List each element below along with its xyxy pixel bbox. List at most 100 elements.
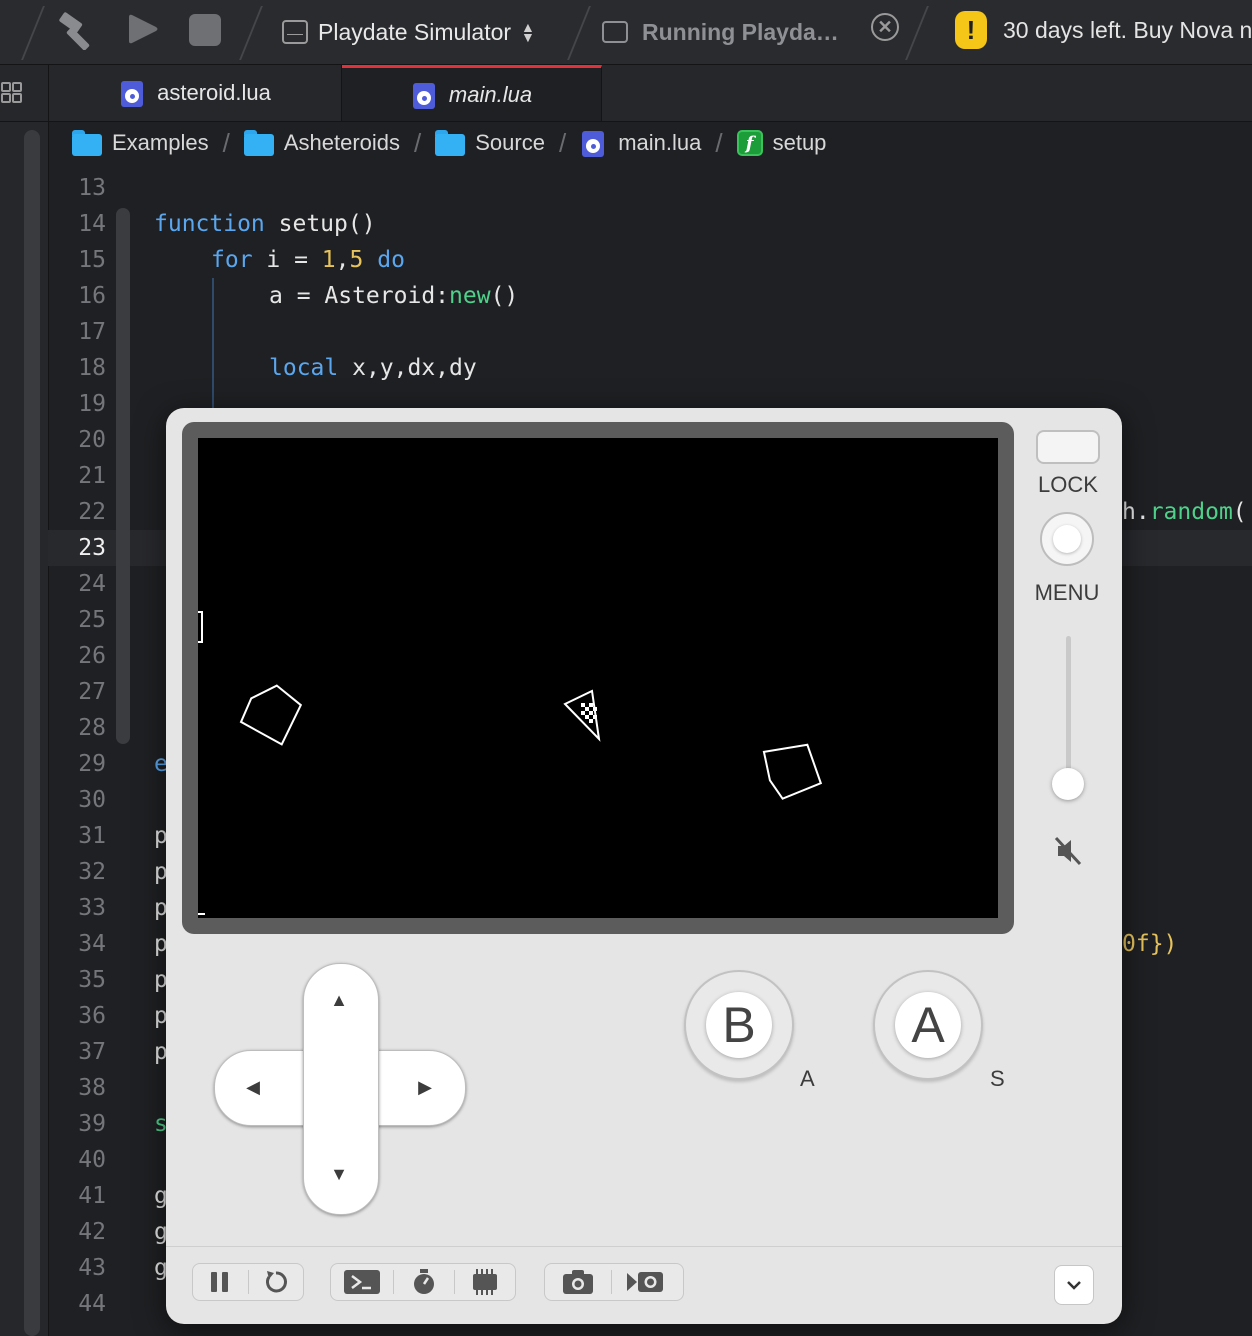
- line-number: 29: [78, 751, 106, 777]
- line-number: 28: [78, 715, 106, 741]
- breadcrumb-item[interactable]: Asheteroids: [284, 130, 400, 156]
- asteroid-sprite: [762, 743, 823, 800]
- dpad-left-button[interactable]: ◀: [238, 1077, 268, 1098]
- crank-slider-knob[interactable]: [1052, 768, 1084, 800]
- camera-icon: [563, 1270, 593, 1294]
- terminal-window-icon: [602, 21, 628, 43]
- line-number: 18: [78, 355, 106, 381]
- console-button[interactable]: [331, 1264, 393, 1300]
- tab-main-lua[interactable]: main.lua: [342, 65, 602, 121]
- debug-controls: [330, 1263, 516, 1301]
- screen-bezel: [182, 422, 1014, 934]
- line-number: 40: [78, 1147, 106, 1173]
- line-number: 15: [78, 247, 106, 273]
- line-number: 32: [78, 859, 106, 885]
- code-line: 13: [48, 170, 1252, 206]
- line-number: 41: [78, 1183, 106, 1209]
- line-number: 16: [78, 283, 106, 309]
- b-button-label: B: [706, 992, 772, 1058]
- run-status[interactable]: Running Playda…: [602, 14, 839, 50]
- device-icon: [282, 20, 308, 44]
- profiler-button[interactable]: [394, 1264, 454, 1300]
- simulator-footer: [166, 1246, 1122, 1324]
- lock-label: LOCK: [1038, 472, 1098, 497]
- scrollbar[interactable]: [24, 130, 40, 1336]
- restart-icon: [265, 1271, 287, 1293]
- lua-file-icon: [119, 79, 147, 107]
- a-button[interactable]: A: [873, 970, 983, 1080]
- toolbar-separator: [905, 6, 929, 60]
- breadcrumb-item[interactable]: Source: [475, 130, 545, 156]
- line-number: 14: [78, 211, 106, 237]
- code-fold-ribbon[interactable]: [116, 208, 130, 744]
- game-screen[interactable]: [198, 438, 998, 918]
- run-status-label: Running Playda…: [642, 18, 839, 45]
- scheme-selector[interactable]: Playdate Simulator ▲ ▼: [282, 14, 535, 50]
- edge-sprite: [198, 611, 203, 643]
- line-number: 33: [78, 895, 106, 921]
- close-icon[interactable]: ✕: [871, 13, 899, 41]
- code-text: function setup(): [154, 211, 376, 237]
- line-number: 26: [78, 643, 106, 669]
- toolbar-separator: [567, 6, 591, 60]
- tab-label: asteroid.lua: [157, 80, 271, 105]
- breadcrumb-separator: /: [414, 127, 422, 158]
- line-number: 25: [78, 607, 106, 633]
- record-button[interactable]: [612, 1264, 678, 1300]
- breadcrumb: Examples / Asheteroids / Source / main.l…: [72, 124, 826, 162]
- line-number: 43: [78, 1255, 106, 1281]
- pause-button[interactable]: [193, 1264, 248, 1300]
- trial-notice[interactable]: ! 30 days left. Buy Nova n: [955, 10, 1252, 50]
- code-line: 17: [48, 314, 1252, 350]
- memory-button[interactable]: [455, 1264, 515, 1300]
- menu-button[interactable]: [1040, 512, 1094, 566]
- line-number: 27: [78, 679, 106, 705]
- dpad-right-button[interactable]: ▶: [410, 1077, 440, 1098]
- breadcrumb-item[interactable]: setup: [773, 130, 827, 156]
- breadcrumb-separator: /: [715, 127, 723, 158]
- line-number: 31: [78, 823, 106, 849]
- chevron-down-icon: [1067, 1281, 1081, 1290]
- code-line: 15 for i = 1,5 do: [48, 242, 1252, 278]
- chip-icon: [473, 1269, 497, 1295]
- line-number: 37: [78, 1039, 106, 1065]
- restart-button[interactable]: [248, 1264, 303, 1300]
- trial-label: 30 days left. Buy Nova n: [1003, 16, 1252, 43]
- dpad-center: [304, 1051, 376, 1123]
- indent-guide: [212, 278, 214, 408]
- code-line: 18 local x,y,dx,dy: [48, 350, 1252, 386]
- line-number: 36: [78, 1003, 106, 1029]
- more-options-button[interactable]: [1054, 1265, 1094, 1305]
- hammer-icon[interactable]: [58, 12, 100, 50]
- play-icon[interactable]: [126, 13, 160, 45]
- b-button-key-hint: A: [800, 1066, 815, 1091]
- a-button-label: A: [895, 992, 961, 1058]
- code-line: 14 function setup(): [48, 206, 1252, 242]
- tab-asteroid-lua[interactable]: asteroid.lua: [48, 65, 342, 121]
- grid-view-icon[interactable]: [0, 81, 46, 121]
- breadcrumb-item[interactable]: Examples: [112, 130, 209, 156]
- line-number: 42: [78, 1219, 106, 1245]
- scheme-label: Playdate Simulator: [318, 18, 512, 45]
- code-text: a = Asteroid:new(): [269, 283, 519, 309]
- warning-icon: !: [955, 11, 987, 49]
- video-record-icon: [627, 1272, 663, 1292]
- dpad-up-button[interactable]: ▲: [324, 990, 354, 1011]
- lock-button[interactable]: [1036, 430, 1100, 464]
- toolbar: Playdate Simulator ▲ ▼ Running Playda… ✕ …: [0, 0, 1252, 65]
- stop-icon[interactable]: [189, 14, 221, 46]
- tab-label: main.lua: [448, 81, 533, 107]
- line-number: 21: [78, 463, 106, 489]
- line-number: 30: [78, 787, 106, 813]
- line-number: 17: [78, 319, 106, 345]
- speaker-muted-icon[interactable]: [1054, 836, 1082, 866]
- toolbar-separator: [239, 6, 263, 60]
- menu-label: MENU: [1034, 580, 1100, 605]
- breadcrumb-item[interactable]: main.lua: [618, 130, 701, 156]
- lua-file-icon: [580, 129, 608, 157]
- b-button[interactable]: B: [684, 970, 794, 1080]
- dpad-down-button[interactable]: ▼: [324, 1164, 354, 1185]
- line-number: 38: [78, 1075, 106, 1101]
- screenshot-button[interactable]: [545, 1264, 611, 1300]
- line-number: 23: [78, 535, 106, 561]
